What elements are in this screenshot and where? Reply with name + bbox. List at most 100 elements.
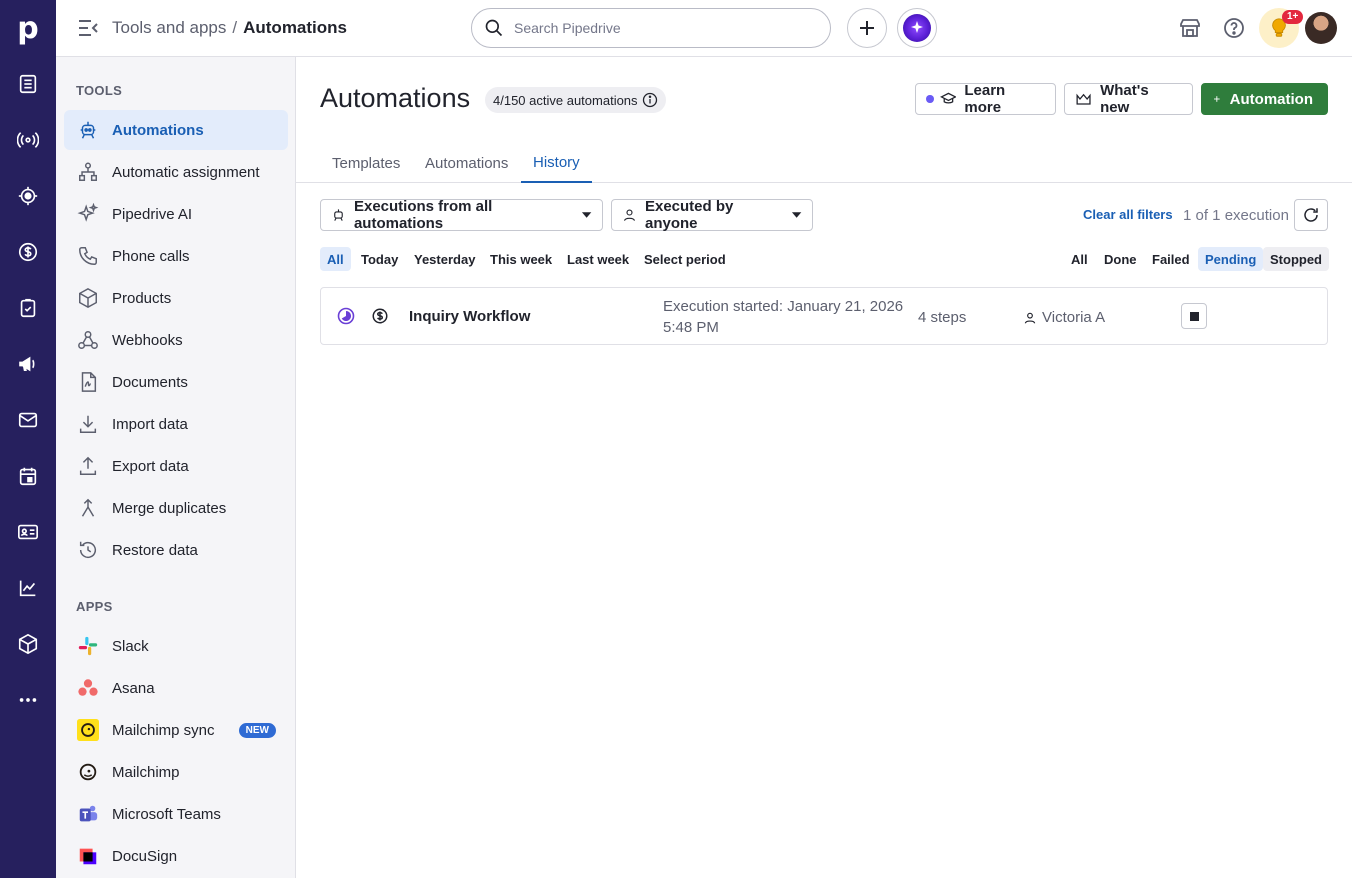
sidebar-item-phone-calls[interactable]: Phone calls <box>64 236 288 276</box>
period-chip-last-week[interactable]: Last week <box>560 247 636 271</box>
caret-down-icon <box>581 212 592 218</box>
graduation-cap-icon <box>939 92 957 104</box>
info-icon[interactable] <box>642 92 658 108</box>
leads-icon[interactable] <box>0 64 56 104</box>
deals-dollar-icon[interactable] <box>0 232 56 272</box>
period-chip-all[interactable]: All <box>320 247 351 271</box>
mailchimp-logo-icon <box>76 760 100 784</box>
sidebar-item-mailchimp[interactable]: Mailchimp <box>64 752 288 792</box>
sidebar-item-products[interactable]: Products <box>64 278 288 318</box>
quick-add-button[interactable] <box>847 8 887 48</box>
refresh-icon <box>1304 208 1318 222</box>
refresh-button[interactable] <box>1294 199 1328 231</box>
sidebar-item-label: DocuSign <box>112 847 178 865</box>
products-box-icon[interactable] <box>0 624 56 664</box>
search-box[interactable] <box>471 8 831 48</box>
execution-started-time: 5:48 PM <box>663 319 719 336</box>
sidebar-item-label: Microsoft Teams <box>112 805 221 823</box>
workflow-name[interactable]: Inquiry Workflow <box>409 308 530 325</box>
active-automations-count: 4/150 active automations <box>493 92 638 108</box>
automations-filter-dropdown[interactable]: Executions from all automations <box>320 198 603 232</box>
sidebar-item-documents[interactable]: Documents <box>64 362 288 402</box>
whats-new-button[interactable]: What's new <box>1064 82 1193 116</box>
sidebar-item-label: Automations <box>112 121 204 139</box>
sidebar-item-docusign[interactable]: DocuSign <box>64 836 288 876</box>
sidebar-item-label: Merge duplicates <box>112 499 227 517</box>
sidebar-item-label: Import data <box>112 415 188 433</box>
sidebar-item-webhooks[interactable]: Webhooks <box>64 320 288 360</box>
sidebar-item-automatic-assignment[interactable]: Automatic assignment <box>64 152 288 192</box>
megaphone-icon[interactable] <box>0 344 56 384</box>
period-chip-select-period[interactable]: Select period <box>637 247 733 271</box>
status-chip-pending[interactable]: Pending <box>1198 247 1264 271</box>
status-chip-stopped[interactable]: Stopped <box>1263 247 1329 271</box>
more-icon[interactable] <box>0 680 56 720</box>
calendar-icon[interactable] <box>0 456 56 496</box>
clear-all-filters-link[interactable]: Clear all filters <box>1083 207 1173 222</box>
restore-clock-icon <box>76 538 100 562</box>
learn-more-button[interactable]: Learn more <box>915 82 1056 116</box>
breadcrumb-separator: / <box>232 18 238 37</box>
contacts-card-icon[interactable] <box>0 512 56 552</box>
sparkle-icon <box>76 202 100 226</box>
stop-icon <box>1189 311 1199 321</box>
app-rail: p <box>0 0 56 878</box>
campaigns-broadcast-icon[interactable] <box>0 120 56 160</box>
period-chip-this-week[interactable]: This week <box>483 247 559 271</box>
search-input[interactable] <box>514 20 814 36</box>
document-icon <box>76 370 100 394</box>
sidebar-item-slack[interactable]: Slack <box>64 626 288 666</box>
sidebar-item-export-data[interactable]: Export data <box>64 446 288 486</box>
plus-icon <box>1214 96 1220 102</box>
period-chip-yesterday[interactable]: Yesterday <box>407 247 482 271</box>
status-chip-done[interactable]: Done <box>1097 247 1144 271</box>
tasks-clipboard-icon[interactable] <box>0 288 56 328</box>
sidebar-item-microsoft-teams[interactable]: Microsoft Teams <box>64 794 288 834</box>
help-icon[interactable] <box>1222 16 1246 40</box>
asana-logo-icon <box>76 676 100 700</box>
sidebar-item-restore-data[interactable]: Restore data <box>64 530 288 570</box>
ai-assistant-button[interactable] <box>897 8 937 48</box>
sidebar-item-asana[interactable]: Asana <box>64 668 288 708</box>
target-icon[interactable] <box>0 176 56 216</box>
add-automation-button[interactable]: Automation <box>1201 83 1328 115</box>
sidebar-item-import-data[interactable]: Import data <box>64 404 288 444</box>
sidebar-item-mailchimp-sync[interactable]: Mailchimp sync NEW <box>64 710 288 750</box>
plus-icon <box>860 21 874 35</box>
execution-started-date: Execution started: January 21, 2026 <box>663 298 904 315</box>
sidebar-item-pipedrive-ai[interactable]: Pipedrive AI <box>64 194 288 234</box>
marketplace-icon[interactable] <box>1178 16 1202 40</box>
tab-automations[interactable]: Automations <box>413 143 520 183</box>
new-badge: NEW <box>238 722 276 738</box>
whats-new-label: What's new <box>1100 82 1149 116</box>
deal-dollar-icon <box>371 307 389 328</box>
breadcrumb-parent[interactable]: Tools and apps <box>112 18 226 37</box>
avatar[interactable] <box>1305 12 1337 44</box>
mail-icon[interactable] <box>0 400 56 440</box>
sidebar-item-automations[interactable]: Automations <box>64 110 288 150</box>
executor-filter-dropdown[interactable]: Executed by anyone <box>611 198 813 232</box>
insights-chart-icon[interactable] <box>0 568 56 608</box>
page-title: Automations <box>320 83 471 113</box>
pipedrive-logo[interactable]: p <box>0 0 56 56</box>
execution-started: Execution started: January 21, 2026 5:48… <box>663 296 903 338</box>
tab-templates[interactable]: Templates <box>320 143 412 183</box>
logo-letter: p <box>17 10 39 46</box>
person-icon <box>623 209 636 221</box>
sidebar-item-label: Mailchimp sync <box>112 721 215 739</box>
status-chip-all[interactable]: All <box>1064 247 1095 271</box>
upload-icon <box>76 454 100 478</box>
table-row[interactable]: Inquiry Workflow Execution started: Janu… <box>320 287 1328 345</box>
sidebar-item-label: Automatic assignment <box>112 163 260 181</box>
tab-history[interactable]: History <box>521 143 592 183</box>
collapse-menu-icon[interactable] <box>76 17 100 39</box>
box-icon <box>76 286 100 310</box>
assignment-tree-icon <box>76 160 100 184</box>
stop-execution-button[interactable] <box>1181 303 1207 329</box>
automations-robot-icon <box>76 118 100 142</box>
period-chip-today[interactable]: Today <box>354 247 405 271</box>
status-chip-failed[interactable]: Failed <box>1145 247 1197 271</box>
phone-icon <box>76 244 100 268</box>
apps-section-header: APPS <box>76 599 113 614</box>
sidebar-item-merge-duplicates[interactable]: Merge duplicates <box>64 488 288 528</box>
